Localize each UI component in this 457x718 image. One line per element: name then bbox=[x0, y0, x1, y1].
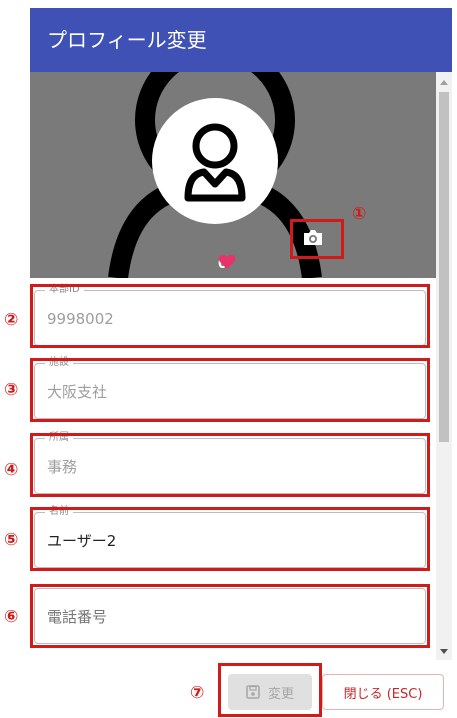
heart-icon bbox=[218, 254, 236, 269]
user-avatar-icon bbox=[184, 123, 246, 202]
scroll-up-arrow-icon[interactable] bbox=[440, 80, 448, 85]
annotation-number-3: ③ bbox=[4, 380, 19, 400]
annotation-box-4 bbox=[30, 433, 430, 497]
annotation-number-5: ⑤ bbox=[4, 530, 19, 550]
avatar[interactable] bbox=[152, 98, 278, 224]
like-counter[interactable]: 0 bbox=[218, 254, 236, 274]
annotation-number-4: ④ bbox=[4, 460, 19, 480]
scrollbar-thumb[interactable] bbox=[439, 92, 449, 442]
annotation-box-2 bbox=[30, 284, 430, 348]
annotation-box-5 bbox=[30, 507, 430, 571]
annotation-number-6: ⑥ bbox=[4, 607, 19, 627]
annotation-box-7 bbox=[218, 663, 322, 717]
dialog-title: プロフィール変更 bbox=[30, 8, 452, 72]
close-button[interactable]: 閉じる (ESC) bbox=[322, 674, 444, 710]
annotation-number-2: ② bbox=[4, 310, 19, 330]
annotation-number-7: ⑦ bbox=[190, 683, 205, 703]
annotation-number-1: ① bbox=[352, 204, 367, 224]
annotation-box-1 bbox=[290, 219, 344, 259]
scroll-down-arrow-icon[interactable] bbox=[440, 649, 448, 654]
close-button-label: 閉じる (ESC) bbox=[343, 686, 423, 702]
scrollbar[interactable] bbox=[436, 72, 452, 660]
profile-banner: 0 bbox=[30, 72, 436, 278]
annotation-box-6 bbox=[30, 584, 430, 648]
annotation-box-3 bbox=[30, 358, 430, 422]
